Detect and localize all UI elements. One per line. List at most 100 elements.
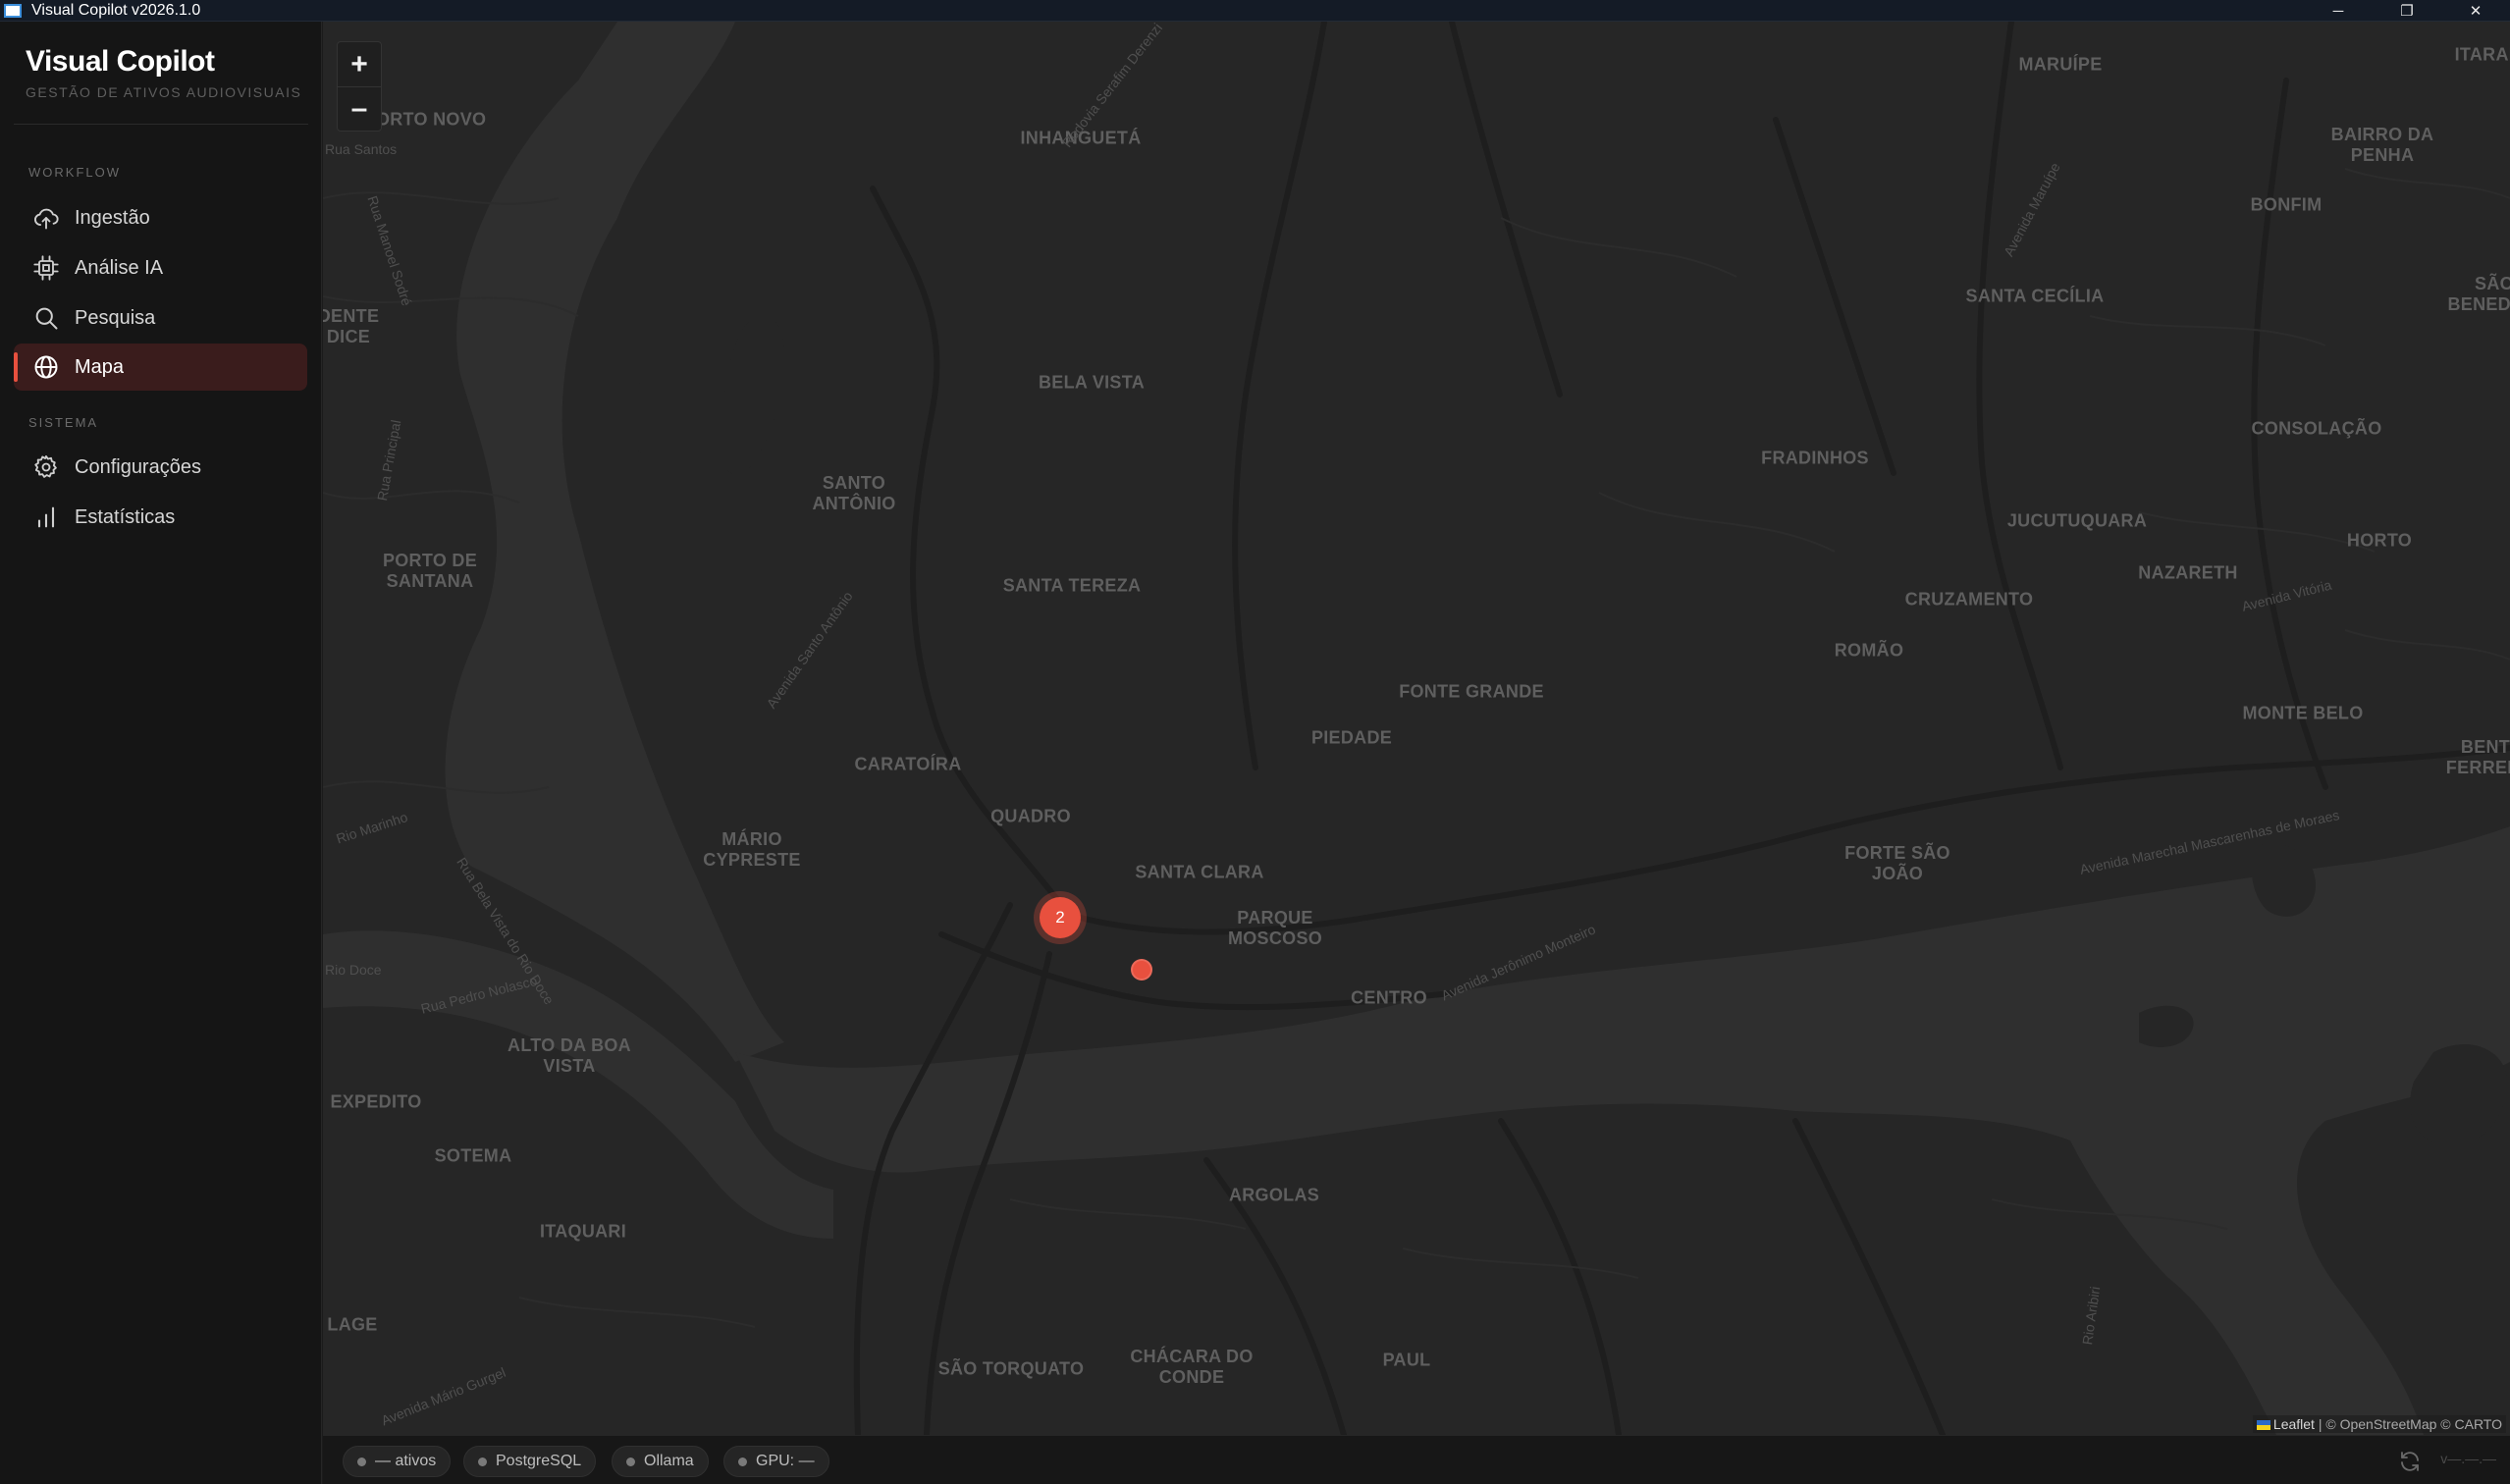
place-label: NAZARETH xyxy=(2138,562,2238,583)
status-dot xyxy=(478,1457,487,1466)
place-label: SANTA CECÍLIA xyxy=(1965,286,2105,306)
marker-cluster-count: 2 xyxy=(1040,897,1081,938)
status-dot xyxy=(626,1457,635,1466)
brand: Visual Copilot GESTÃO DE ATIVOS AUDIOVIS… xyxy=(26,45,301,100)
sidebar-item-label: Análise IA xyxy=(75,256,164,279)
place-label: PARQUE MOSCOSO xyxy=(1227,908,1323,948)
place-label: CHÁCARA DO CONDE xyxy=(1130,1347,1254,1387)
place-label: PORTO NOVO xyxy=(363,109,487,130)
sidebar-item-pesquisa[interactable]: Pesquisa xyxy=(14,294,307,342)
status-dot xyxy=(357,1457,366,1466)
zoom-out-button[interactable]: – xyxy=(338,86,381,131)
status-pill-assets: — ativos xyxy=(343,1446,452,1477)
place-label: SANTA TEREZA xyxy=(1002,575,1142,596)
ukraine-flag-icon xyxy=(2256,1420,2270,1430)
map-attribution: Leaflet | © OpenStreetMap © CARTO xyxy=(2252,1415,2506,1433)
place-label: MONTE BELO xyxy=(2242,703,2364,723)
place-label: PAUL xyxy=(1382,1350,1431,1370)
place-label: CENTRO xyxy=(1351,987,1427,1008)
place-label: SOTEMA xyxy=(434,1145,512,1166)
cloud-upload-icon xyxy=(31,203,61,233)
sidebar-item-ingestao[interactable]: Ingestão xyxy=(14,194,307,241)
maximize-button[interactable]: ❐ xyxy=(2373,0,2441,22)
status-pill-label: GPU: — xyxy=(756,1453,815,1469)
place-label: BELA VISTA xyxy=(1038,372,1146,393)
place-label: ARGOLAS xyxy=(1228,1185,1320,1205)
place-label: JUCUTUQUARA xyxy=(2006,510,2148,531)
place-label: LAGE xyxy=(327,1314,378,1335)
place-label: BONFIM xyxy=(2250,194,2323,215)
window-controls: ─ ❐ ✕ xyxy=(2304,0,2510,22)
place-label: BENTO FERREIRA xyxy=(2445,737,2510,777)
sidebar-item-label: Pesquisa xyxy=(75,306,156,329)
globe-icon xyxy=(31,352,61,382)
map-marker[interactable] xyxy=(1131,959,1152,980)
place-label: SANTA CLARA xyxy=(1135,862,1264,882)
place-label: PIEDADE xyxy=(1310,727,1393,748)
leaflet-link[interactable]: Leaflet xyxy=(2273,1416,2315,1432)
gear-icon xyxy=(31,452,61,482)
minimize-button[interactable]: ─ xyxy=(2304,0,2373,22)
status-pill-postgresql: PostgreSQL xyxy=(463,1446,597,1477)
version-label: v—.—.— xyxy=(2440,1451,2496,1466)
place-label: ALTO DA BOA VISTA xyxy=(507,1035,631,1076)
place-label: SANTO ANTÔNIO xyxy=(812,473,896,513)
place-label: ITAQUARI xyxy=(539,1221,627,1242)
place-label: MARUÍPE xyxy=(2018,54,2103,75)
marker-cluster[interactable]: 2 xyxy=(1034,891,1087,944)
zoom-in-button[interactable]: + xyxy=(338,42,381,86)
street-label: Rio Doce xyxy=(325,962,382,978)
sidebar-item-mapa[interactable]: Mapa xyxy=(14,344,307,391)
place-label: CONSOLAÇÃO xyxy=(2251,418,2382,439)
status-pill-label: Ollama xyxy=(644,1453,694,1469)
place-label: CRUZAMENTO xyxy=(1904,589,2034,610)
sidebar-item-label: Ingestão xyxy=(75,206,150,229)
brand-tagline: GESTÃO DE ATIVOS AUDIOVISUAIS xyxy=(26,84,302,100)
brand-name: Visual Copilot xyxy=(26,45,215,78)
place-label: EXPEDITO xyxy=(330,1091,422,1112)
cpu-chip-icon xyxy=(31,253,61,283)
place-label: SÃO BENEDITO xyxy=(2447,274,2510,314)
map-view[interactable]: MARUÍPE ITARARÉ INHANGUETÁ BAIRRO DA PEN… xyxy=(323,22,2510,1435)
divider xyxy=(14,124,308,125)
place-label: ROMÃO xyxy=(1834,640,1904,661)
window-titlebar: Visual Copilot v2026.1.0 ─ ❐ ✕ xyxy=(0,0,2510,22)
section-label-workflow: WORKFLOW xyxy=(28,165,121,180)
refresh-icon[interactable] xyxy=(2398,1450,2422,1473)
place-label: PORTO DE SANTANA xyxy=(382,551,478,591)
place-label: FORTE SÃO JOÃO xyxy=(1844,843,1950,883)
street-label: Rua Santos xyxy=(325,141,398,157)
sidebar: Visual Copilot GESTÃO DE ATIVOS AUDIOVIS… xyxy=(0,22,322,1484)
sidebar-item-label: Configurações xyxy=(75,455,201,478)
status-bar: — ativos PostgreSQL Ollama GPU: — v—.—.— xyxy=(323,1435,2510,1484)
status-pill-label: PostgreSQL xyxy=(496,1453,582,1469)
sidebar-item-configuracoes[interactable]: Configurações xyxy=(14,444,307,491)
status-pill-ollama: Ollama xyxy=(612,1446,709,1477)
app-icon xyxy=(4,3,22,18)
bar-chart-icon xyxy=(31,503,61,532)
section-label-sistema: SISTEMA xyxy=(28,415,99,430)
sidebar-item-estatisticas[interactable]: Estatísticas xyxy=(14,494,307,541)
place-label: FRADINHOS xyxy=(1761,448,1869,468)
attribution-text: | © OpenStreetMap © CARTO xyxy=(2318,1416,2502,1432)
place-label: ITARARÉ xyxy=(2454,44,2510,65)
place-label: QUADRO xyxy=(990,806,1071,826)
map-tiles xyxy=(323,22,2510,1435)
place-label: FONTE GRANDE xyxy=(1399,681,1544,702)
close-button[interactable]: ✕ xyxy=(2441,0,2510,22)
place-label: BAIRRO DA PENHA xyxy=(2330,125,2434,165)
status-pill-label: — ativos xyxy=(375,1453,437,1469)
place-label: HORTO xyxy=(2346,530,2413,551)
place-label: DENTE DICE xyxy=(323,306,380,346)
place-label: MÁRIO CYPRESTE xyxy=(703,829,801,870)
sidebar-item-label: Estatísticas xyxy=(75,505,176,528)
sidebar-item-analise-ia[interactable]: Análise IA xyxy=(14,244,307,292)
search-icon xyxy=(31,303,61,333)
place-label: CARATOÍRA xyxy=(854,754,962,774)
status-dot xyxy=(738,1457,747,1466)
status-pill-gpu: GPU: — xyxy=(723,1446,829,1477)
zoom-control: + – xyxy=(337,41,382,132)
place-label: SÃO TORQUATO xyxy=(937,1358,1085,1379)
sidebar-item-label: Mapa xyxy=(75,355,125,378)
window-title: Visual Copilot v2026.1.0 xyxy=(31,1,201,19)
